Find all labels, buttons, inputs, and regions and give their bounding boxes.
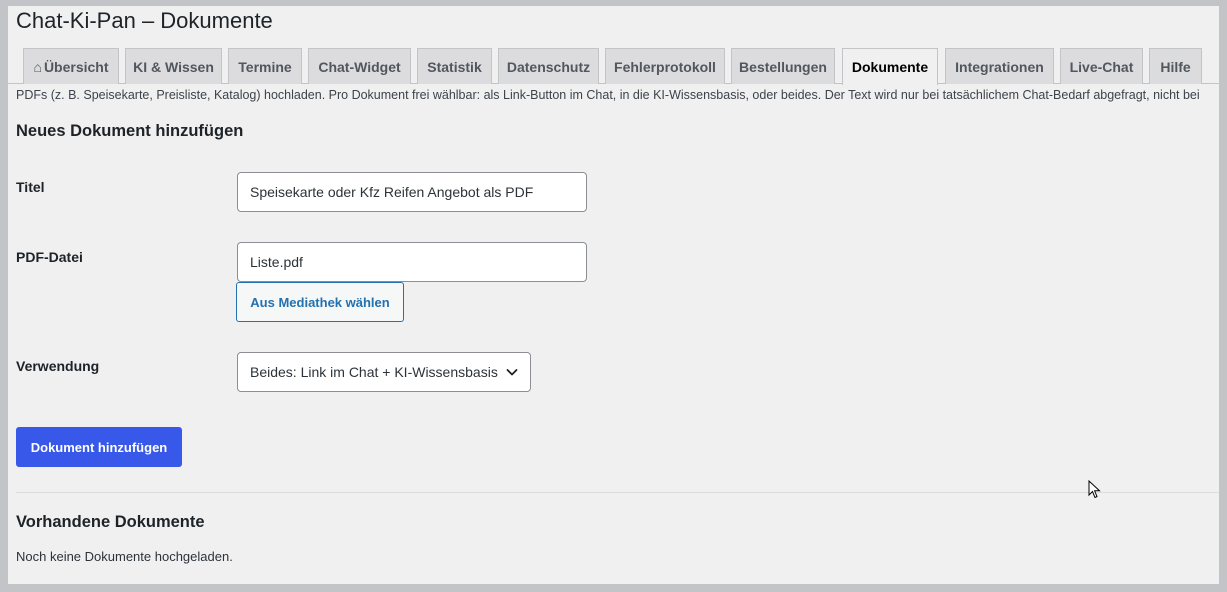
home-icon: ⌂ <box>33 58 42 75</box>
tab-label: KI & Wissen <box>133 58 214 75</box>
mouse-cursor-icon <box>1088 480 1101 499</box>
admin-page: Chat-Ki-Pan – Dokumente ⌂ Übersicht KI &… <box>8 6 1219 584</box>
tab-integrationen[interactable]: Integrationen <box>945 48 1054 84</box>
add-document-button[interactable]: Dokument hinzufügen <box>16 427 182 467</box>
title-label: Titel <box>16 179 45 195</box>
tab-live-chat[interactable]: Live-Chat <box>1060 48 1143 84</box>
choose-from-media-button[interactable]: Aus Mediathek wählen <box>236 282 404 322</box>
tab-statistik[interactable]: Statistik <box>417 48 492 84</box>
tab-bestellungen[interactable]: Bestellungen <box>731 48 835 84</box>
tab-ki-wissen[interactable]: KI & Wissen <box>125 48 222 84</box>
chevron-down-icon <box>506 369 518 376</box>
tab-dokumente[interactable]: Dokumente <box>842 48 938 85</box>
tab-label: Statistik <box>427 58 482 75</box>
tab-label: Live-Chat <box>1069 58 1134 75</box>
tab-label: Fehlerprotokoll <box>614 58 716 75</box>
tab-uebersicht[interactable]: ⌂ Übersicht <box>23 48 119 84</box>
usage-select-value: Beides: Link im Chat + KI-Wissensbasis <box>250 364 498 380</box>
title-input[interactable] <box>237 172 587 212</box>
empty-state-text: Noch keine Dokumente hochgeladen. <box>16 549 233 564</box>
tab-bar: ⌂ Übersicht KI & Wissen Termine Chat-Wid… <box>8 48 1219 85</box>
tab-label: Dokumente <box>851 59 929 75</box>
usage-select[interactable]: Beides: Link im Chat + KI-Wissensbasis <box>237 352 531 392</box>
tab-label: Datenschutz <box>506 58 591 75</box>
tab-label: Chat-Widget <box>318 58 401 75</box>
intro-text: PDFs (z. B. Speisekarte, Preisliste, Kat… <box>16 88 1200 102</box>
tab-chat-widget[interactable]: Chat-Widget <box>308 48 411 84</box>
tab-label: Hilfe <box>1160 58 1191 75</box>
tab-termine[interactable]: Termine <box>228 48 302 84</box>
section-divider <box>16 492 1219 493</box>
usage-label: Verwendung <box>16 358 100 374</box>
page-title: Chat-Ki-Pan – Dokumente <box>16 8 273 33</box>
tab-fehlerprotokoll[interactable]: Fehlerprotokoll <box>605 48 725 84</box>
tab-datenschutz[interactable]: Datenschutz <box>498 48 599 84</box>
pdf-file-label: PDF-Datei <box>16 249 83 265</box>
tab-label: Integrationen <box>955 58 1044 75</box>
existing-documents-heading: Vorhandene Dokumente <box>16 513 205 531</box>
tab-label: Übersicht <box>43 58 109 75</box>
new-document-heading: Neues Dokument hinzufügen <box>16 122 244 140</box>
pdf-file-input[interactable] <box>237 242 587 282</box>
tab-label: Termine <box>238 58 292 75</box>
tab-hilfe[interactable]: Hilfe <box>1149 48 1202 84</box>
tab-label: Bestellungen <box>739 58 827 75</box>
